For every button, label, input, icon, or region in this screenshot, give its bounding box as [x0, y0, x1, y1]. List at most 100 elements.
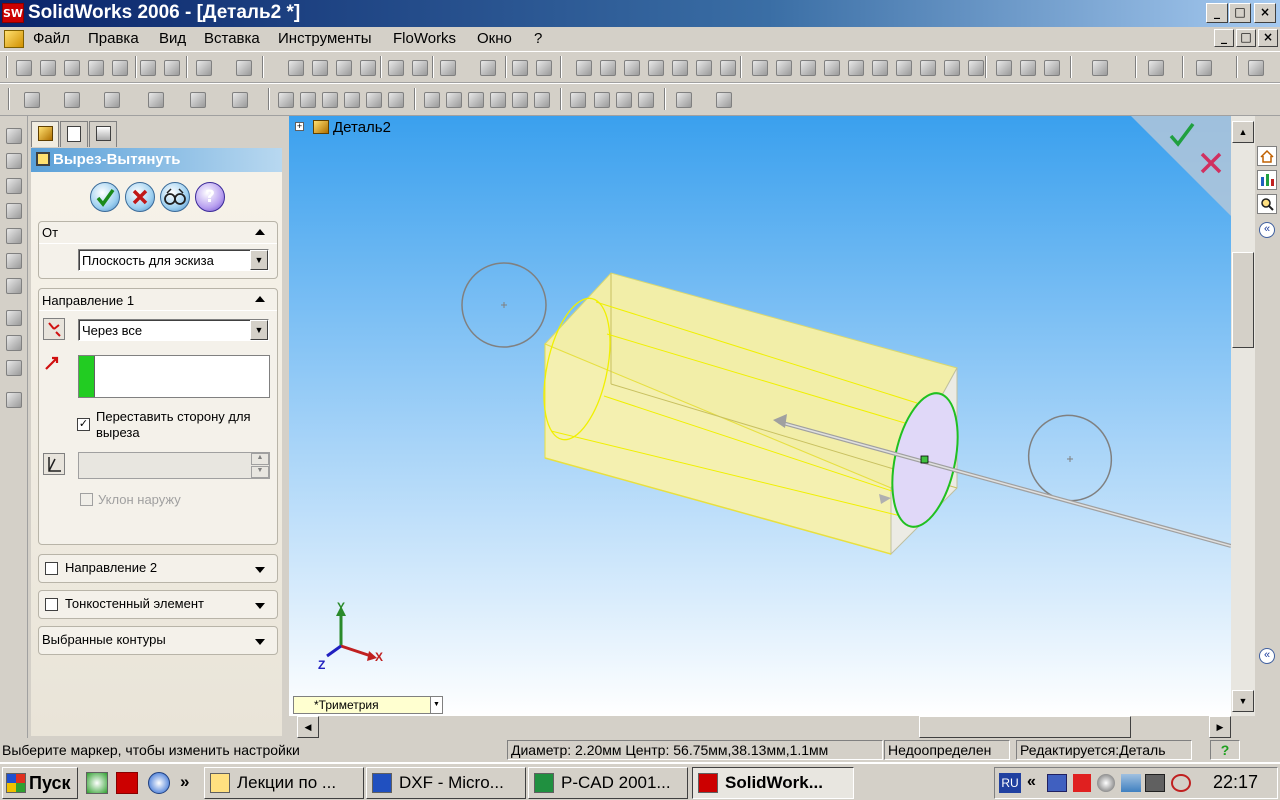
toolbar-tool-icon[interactable] [824, 60, 840, 76]
monitor-icon[interactable] [1121, 774, 1141, 792]
toolbar-tool-icon[interactable] [600, 60, 616, 76]
toolbar-tool-icon[interactable] [672, 60, 688, 76]
toolbar-tool-icon[interactable] [696, 60, 712, 76]
menu-view[interactable]: Вид [159, 30, 186, 47]
scroll-down-button[interactable]: ▼ [1232, 690, 1254, 712]
toolbar-tool-icon[interactable] [388, 60, 404, 76]
toolbar-tool-icon[interactable] [512, 60, 528, 76]
scroll-thumb[interactable] [1232, 252, 1254, 348]
toolbar-tool-icon[interactable] [104, 92, 120, 108]
toolbar-tool-icon[interactable] [16, 60, 32, 76]
doc-minimize-button[interactable]: _ [1214, 29, 1234, 47]
toolbar-tool-icon[interactable] [190, 92, 206, 108]
model-view[interactable] [289, 116, 1231, 716]
toolbar-tool-icon[interactable] [752, 60, 768, 76]
toolbar-tool-icon[interactable] [164, 60, 180, 76]
antivirus-icon[interactable] [1073, 774, 1091, 792]
toolbar-tool-icon[interactable] [800, 60, 816, 76]
reverse-direction-button[interactable] [43, 318, 65, 340]
toolbar-tool-icon[interactable] [996, 60, 1012, 76]
toolbar-tool-icon[interactable] [1196, 60, 1212, 76]
direction1-group-header[interactable]: Направление 1 [39, 289, 277, 311]
thin-feature-group[interactable]: Тонкостенный элемент [38, 590, 278, 619]
scroll-up-button[interactable]: ▲ [1232, 121, 1254, 143]
thin-feature-checkbox[interactable] [45, 598, 58, 611]
toolbar-tool-icon[interactable] [336, 60, 352, 76]
ok-button[interactable] [90, 182, 120, 212]
scroll-left-button[interactable]: ◀ [297, 716, 319, 738]
minimize-button[interactable]: _ [1206, 3, 1228, 23]
home-icon[interactable] [1257, 146, 1277, 166]
toolbar-tool-icon[interactable] [512, 92, 528, 108]
scroll-right-button[interactable]: ▶ [1209, 716, 1231, 738]
horizontal-scrollbar[interactable]: ◀ ▶ [289, 716, 1231, 738]
menu-floworks[interactable]: FloWorks [393, 30, 456, 47]
quicklaunch-more-icon[interactable]: » [180, 772, 189, 792]
network-icon[interactable] [1047, 774, 1067, 792]
collapse-pane-icon[interactable]: « [1259, 222, 1275, 238]
toolbar-tool-icon[interactable] [140, 60, 156, 76]
property-manager-tab[interactable] [60, 121, 88, 147]
toolbar-tool-icon[interactable] [64, 60, 80, 76]
menu-insert[interactable]: Вставка [204, 30, 260, 47]
show-desktop-icon[interactable] [86, 772, 108, 794]
toolbar-tool-icon[interactable] [480, 60, 496, 76]
solidworks-logo-icon[interactable]: SW [2, 3, 24, 23]
tray-expand-icon[interactable]: « [1027, 773, 1036, 791]
menu-file[interactable]: Файл [33, 30, 70, 47]
toolbar-tool-icon[interactable] [716, 92, 732, 108]
sketch-tool-icon[interactable] [6, 335, 22, 351]
toolbar-tool-icon[interactable] [536, 60, 552, 76]
sketch-tool-icon[interactable] [6, 178, 22, 194]
toolbar-tool-icon[interactable] [412, 60, 428, 76]
sketch-tool-icon[interactable] [6, 278, 22, 294]
library-icon[interactable] [1257, 170, 1277, 190]
toolbar-tool-icon[interactable] [344, 92, 360, 108]
draft-outward-checkbox[interactable] [80, 493, 93, 506]
toolbar-tool-icon[interactable] [720, 60, 736, 76]
toolbar-tool-icon[interactable] [676, 92, 692, 108]
direction2-group[interactable]: Направление 2 [38, 554, 278, 583]
toolbar-tool-icon[interactable] [424, 92, 440, 108]
wireless-icon[interactable] [1171, 774, 1191, 792]
vertical-scrollbar[interactable]: ▲ ▼ [1231, 116, 1255, 716]
toolbar-tool-icon[interactable] [648, 60, 664, 76]
menu-window[interactable]: Окно [477, 30, 512, 47]
close-button[interactable]: × [1254, 3, 1276, 23]
doc-restore-button[interactable]: □ [1236, 29, 1256, 47]
restore-button[interactable]: □ [1229, 3, 1251, 23]
computer-icon[interactable] [1145, 774, 1165, 792]
document-icon[interactable] [4, 30, 24, 48]
hscroll-thumb[interactable] [919, 716, 1131, 738]
help-button[interactable]: ? [195, 182, 225, 212]
toolbar-tool-icon[interactable] [278, 92, 294, 108]
toolbar-tool-icon[interactable] [24, 92, 40, 108]
toolbar-tool-icon[interactable] [288, 60, 304, 76]
configuration-tab[interactable] [89, 121, 117, 147]
task-lectures[interactable]: Лекции по ... [204, 767, 364, 799]
toolbar-tool-icon[interactable] [570, 92, 586, 108]
toolbar-tool-icon[interactable] [848, 60, 864, 76]
toolbar-tool-icon[interactable] [446, 92, 462, 108]
toolbar-tool-icon[interactable] [366, 92, 382, 108]
search-icon[interactable] [1257, 194, 1277, 214]
toolbar-tool-icon[interactable] [776, 60, 792, 76]
menu-edit[interactable]: Правка [88, 30, 139, 47]
toolbar-tool-icon[interactable] [1044, 60, 1060, 76]
view-orientation-select[interactable]: *Триметрия ▼ [293, 696, 443, 714]
cancel-button[interactable] [125, 182, 155, 212]
toolbar-tool-icon[interactable] [312, 60, 328, 76]
toolbar-tool-icon[interactable] [576, 60, 592, 76]
toolbar-tool-icon[interactable] [88, 60, 104, 76]
menu-tools[interactable]: Инструменты [278, 30, 372, 47]
from-select[interactable]: Плоскость для эскиза ▼ [78, 249, 269, 271]
graphics-area[interactable]: + Деталь2 Y X Z *Триметрия ▼ [289, 116, 1231, 716]
start-button[interactable]: Пуск [2, 767, 78, 799]
preview-button[interactable] [160, 182, 190, 212]
toolbar-tool-icon[interactable] [388, 92, 404, 108]
toolbar-tool-icon[interactable] [148, 92, 164, 108]
task-pcad[interactable]: P-CAD 2001... [528, 767, 688, 799]
task-solidworks[interactable]: SolidWork... [692, 767, 854, 799]
toolbar-tool-icon[interactable] [1148, 60, 1164, 76]
draft-angle-input[interactable]: ▲ ▼ [78, 452, 270, 479]
